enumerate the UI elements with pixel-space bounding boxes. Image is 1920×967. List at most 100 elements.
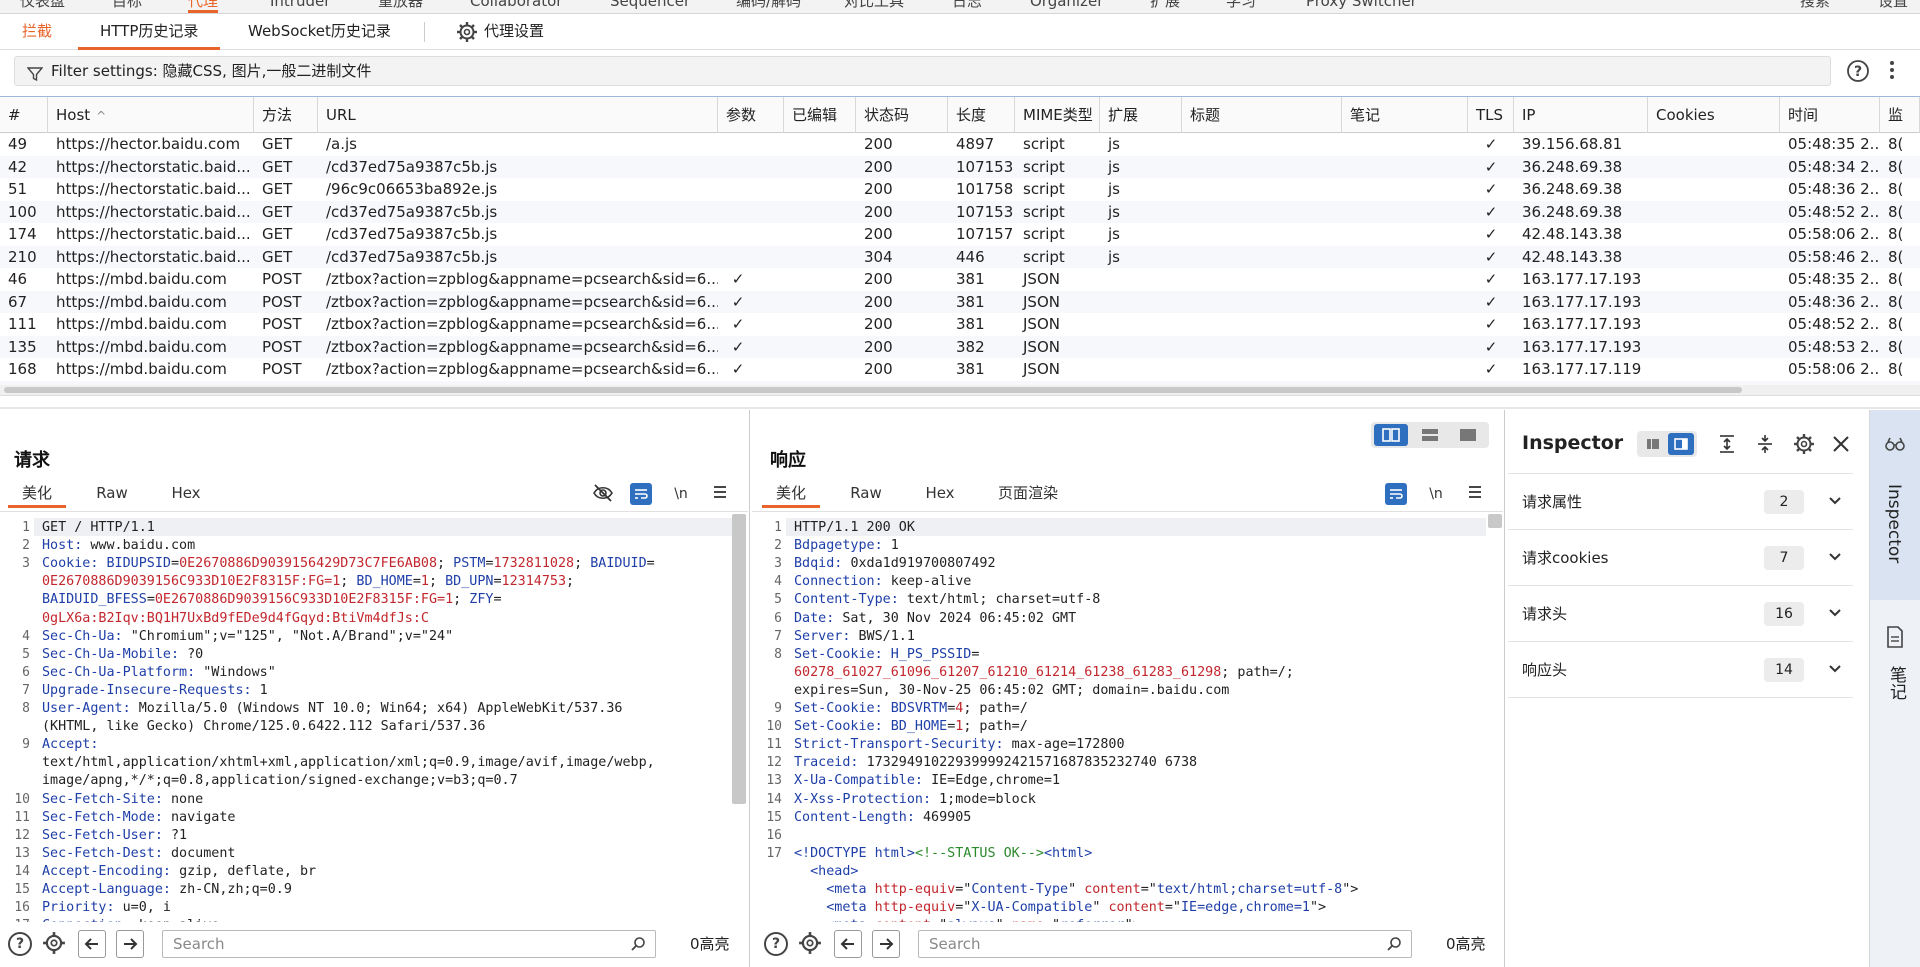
chevron-down-icon[interactable]: [1828, 530, 1842, 586]
column-header-more[interactable]: 监: [1880, 97, 1920, 133]
tab-proxy-settings[interactable]: 代理设置: [484, 14, 544, 50]
notes-icon[interactable]: [1886, 626, 1904, 652]
search-input[interactable]: Search: [918, 930, 1412, 958]
table-row[interactable]: 210 https://hectorstatic.baid... GET/cd37e…: [0, 245, 1920, 268]
inspector-section-request-attributes[interactable]: 请求属性 2: [1508, 474, 1853, 530]
collapse-all-icon[interactable]: [1756, 434, 1774, 458]
hide-eye-icon[interactable]: [592, 482, 614, 508]
request-editor[interactable]: 1 GET / HTTP/1.1 2 Host: www.baidu.com 3 Cook…: [0, 514, 736, 922]
next-arrow-icon[interactable]: [872, 930, 900, 958]
table-row[interactable]: 135 https://mbd.baidu.com POST/ztbox?actio…: [0, 335, 1920, 358]
column-header-ext[interactable]: 扩展: [1100, 97, 1182, 133]
search-input[interactable]: Search: [162, 930, 656, 958]
side-tab-inspector[interactable]: Inspector: [1870, 410, 1920, 600]
tab-logger[interactable]: 日志: [952, 0, 982, 13]
tab-raw[interactable]: Raw: [836, 480, 896, 508]
column-header-url[interactable]: URL: [318, 97, 718, 133]
table-row[interactable]: 49 https://hector.baidu.com GET/a.js 200 489…: [0, 133, 1920, 156]
tab-proxy-switcher[interactable]: Proxy Switcher: [1306, 0, 1417, 13]
layout-stacked-button[interactable]: [1413, 424, 1447, 446]
gear-icon[interactable]: [798, 931, 822, 959]
column-header-host[interactable]: Host ^: [48, 97, 254, 133]
horizontal-scrollbar[interactable]: [0, 385, 1920, 395]
request-scrollbar[interactable]: [732, 514, 746, 804]
tab-comparer[interactable]: 对比工具: [844, 0, 904, 13]
column-header-num[interactable]: #: [0, 97, 48, 133]
tab-organizer[interactable]: Organizer: [1030, 0, 1103, 13]
column-header-mime[interactable]: MIME类型: [1015, 97, 1100, 133]
scrollbar-thumb[interactable]: [4, 387, 1742, 393]
layout-tabs-button[interactable]: [1451, 424, 1485, 446]
column-header-params[interactable]: 参数: [718, 97, 784, 133]
tab-collaborator[interactable]: Collaborator: [470, 0, 562, 13]
tab-raw[interactable]: Raw: [82, 480, 142, 508]
help-icon[interactable]: ?: [8, 932, 32, 956]
table-row[interactable]: 174 https://hectorstatic.baid... GET/cd37e…: [0, 223, 1920, 246]
search-menu[interactable]: 搜索: [1800, 0, 1830, 13]
menu-icon[interactable]: [1467, 484, 1483, 504]
tab-decoder[interactable]: 编码/解码: [736, 0, 801, 13]
tab-sequencer[interactable]: Sequencer: [610, 0, 690, 13]
gear-icon[interactable]: [456, 21, 478, 47]
tab-target[interactable]: 目标: [112, 0, 142, 13]
more-options-icon[interactable]: [1886, 58, 1898, 86]
split-handle[interactable]: [0, 407, 1920, 409]
wrap-lines-button[interactable]: [630, 483, 652, 505]
table-row[interactable]: 168 https://mbd.baidu.com POST/ztbox?actio…: [0, 358, 1920, 381]
gear-icon[interactable]: [1793, 433, 1815, 459]
table-row[interactable]: 42 https://hectorstatic.baid... GET/cd37ed…: [0, 155, 1920, 178]
expand-all-icon[interactable]: [1718, 434, 1736, 458]
tab-intruder[interactable]: Intruder: [270, 0, 330, 13]
tab-intercept[interactable]: 拦截: [22, 14, 52, 50]
table-row[interactable]: 111 https://mbd.baidu.com POST/ztbox?actio…: [0, 313, 1920, 336]
column-header-time[interactable]: 时间: [1780, 97, 1880, 133]
tab-extensions[interactable]: 扩展: [1150, 0, 1180, 13]
tab-repeater[interactable]: 重放器: [378, 0, 423, 13]
tab-proxy[interactable]: 代理: [188, 0, 219, 13]
table-row[interactable]: 51 https://hectorstatic.baid... GET/96c9c0…: [0, 178, 1920, 201]
tab-pretty[interactable]: 美化: [8, 480, 66, 508]
chevron-down-icon[interactable]: [1828, 586, 1842, 642]
inspector-section-request-headers[interactable]: 请求头 16: [1508, 586, 1853, 642]
inspector-section-request-cookies[interactable]: 请求cookies 7: [1508, 530, 1853, 586]
layout-side-by-side-button[interactable]: [1374, 424, 1408, 446]
inspector-layout-list-button[interactable]: [1640, 433, 1666, 455]
column-header-tls[interactable]: TLS: [1468, 97, 1514, 133]
table-row[interactable]: 46 https://mbd.baidu.com POST/ztbox?action…: [0, 268, 1920, 291]
inspector-section-response-headers[interactable]: 响应头 14: [1508, 642, 1853, 698]
side-tab-notes-label[interactable]: 笔记: [1884, 666, 1909, 700]
show-newlines-button[interactable]: \n: [1423, 483, 1449, 505]
gear-icon[interactable]: [42, 931, 66, 959]
chevron-down-icon[interactable]: [1828, 474, 1842, 530]
table-row[interactable]: 100 https://hectorstatic.baid... GET/cd37e…: [0, 200, 1920, 223]
tab-websocket-history[interactable]: WebSocket历史记录: [248, 14, 391, 50]
previous-arrow-icon[interactable]: [834, 930, 862, 958]
column-header-cookies[interactable]: Cookies: [1648, 97, 1780, 133]
tab-hex[interactable]: Hex: [910, 480, 970, 508]
next-arrow-icon[interactable]: [116, 930, 144, 958]
tab-learn[interactable]: 学习: [1226, 0, 1256, 13]
menu-icon[interactable]: [712, 484, 728, 504]
help-icon[interactable]: ?: [1846, 59, 1870, 87]
column-header-ip[interactable]: IP: [1514, 97, 1648, 133]
tab-dashboard[interactable]: 仪表盘: [20, 0, 65, 13]
response-editor[interactable]: 1 HTTP/1.1 200 OK 2 Bdpagetype: 1 3 Bdqid: 0x…: [752, 514, 1488, 922]
settings-menu[interactable]: 设置: [1878, 0, 1908, 13]
column-header-method[interactable]: 方法: [254, 97, 318, 133]
column-header-title[interactable]: 标题: [1182, 97, 1342, 133]
wrap-lines-button[interactable]: [1385, 483, 1407, 505]
previous-arrow-icon[interactable]: [78, 930, 106, 958]
table-row[interactable]: 67 https://mbd.baidu.com POST/ztbox?action…: [0, 290, 1920, 313]
response-scrollbar[interactable]: [1488, 514, 1502, 528]
show-newlines-button[interactable]: \n: [668, 483, 694, 505]
filter-settings-bar[interactable]: Filter settings: 隐藏CSS, 图片,一般二进制文件: [14, 56, 1831, 86]
column-header-status[interactable]: 状态码: [856, 97, 948, 133]
tab-pretty[interactable]: 美化: [762, 480, 820, 508]
tab-http-history[interactable]: HTTP历史记录: [78, 14, 221, 50]
column-header-length[interactable]: 长度: [948, 97, 1015, 133]
chevron-down-icon[interactable]: [1828, 642, 1842, 698]
tab-hex[interactable]: Hex: [156, 480, 216, 508]
inspector-layout-side-button[interactable]: [1668, 433, 1694, 455]
help-icon[interactable]: ?: [764, 932, 788, 956]
close-icon[interactable]: [1832, 435, 1850, 457]
